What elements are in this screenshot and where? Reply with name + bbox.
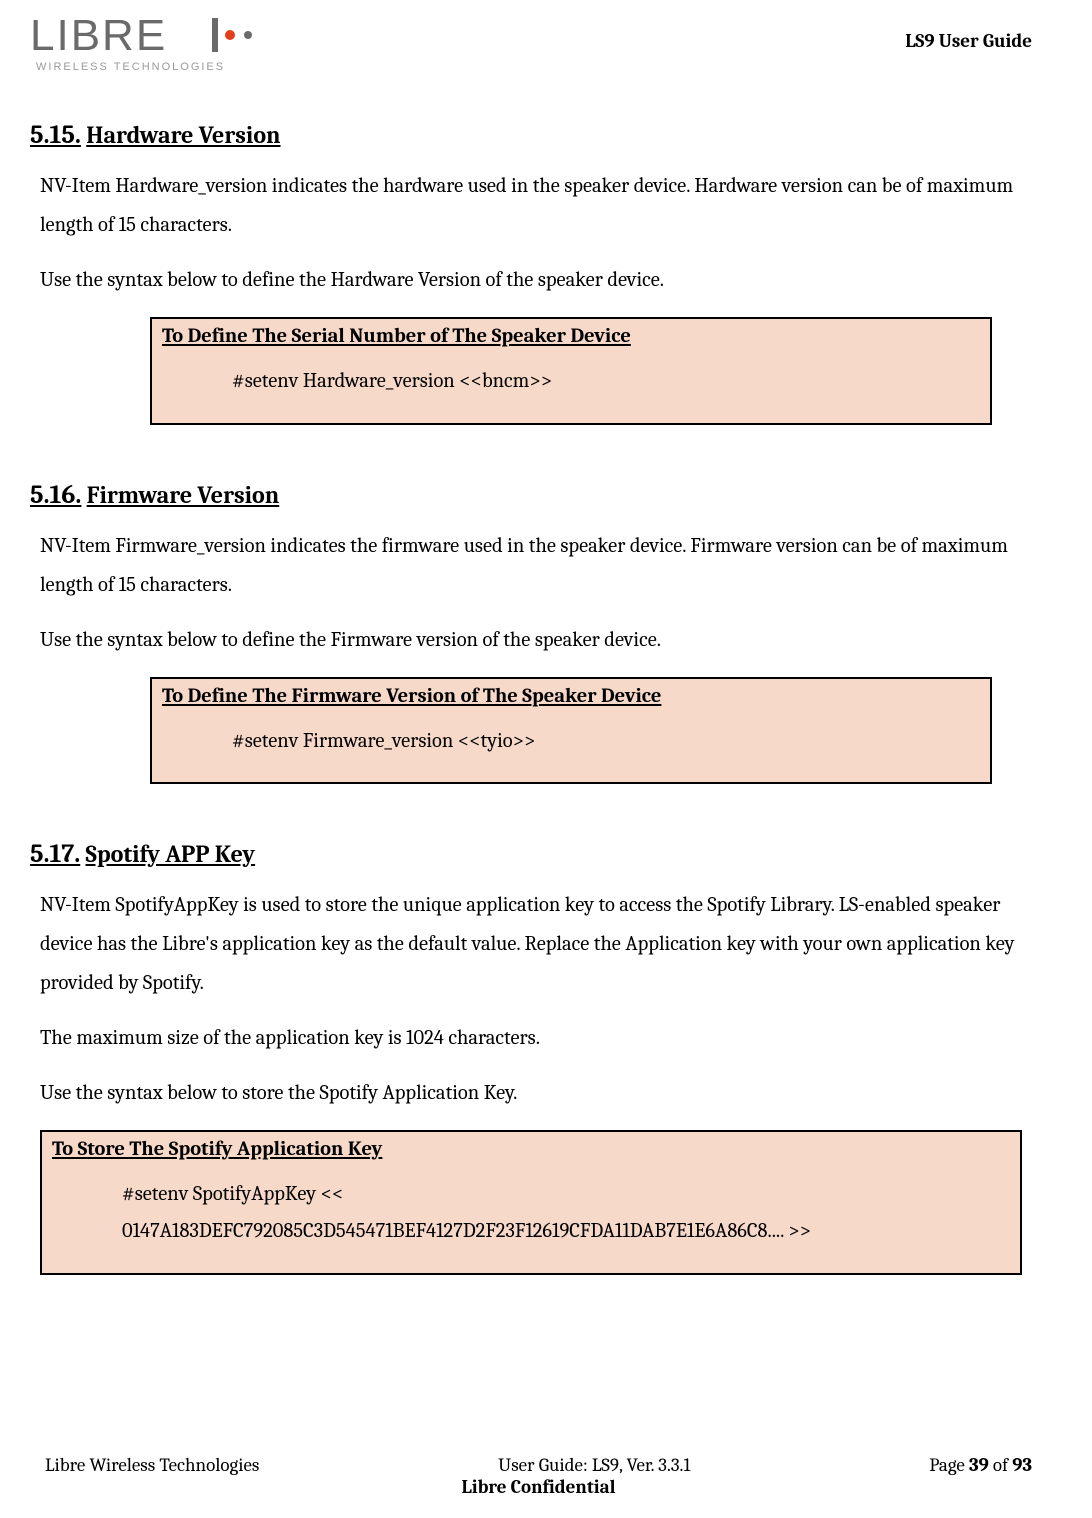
syntax-box-command: #setenv Firmware_version <<tyio>> (152, 712, 990, 783)
section-title: Hardware Version (86, 121, 280, 149)
syntax-box-command: #setenv SpotifyAppKey << 0147A183DEFC792… (42, 1165, 1020, 1273)
syntax-box-title: To Define The Firmware Version of The Sp… (152, 679, 990, 712)
section-title: Spotify APP Key (86, 840, 256, 868)
command-line: 0147A183DEFC792085C3D545471BEF4127D2F23F… (122, 1214, 1010, 1251)
section-number: 5.15. (30, 120, 81, 150)
logo: LIBRE WIRELESS TECHNOLOGIES (30, 10, 270, 90)
section-heading-spotify-app-key: 5.17. Spotify APP Key (30, 839, 1032, 869)
footer-center: User Guide: LS9, Ver. 3.3.1 (498, 1454, 690, 1476)
syntax-box-firmware: To Define The Firmware Version of The Sp… (150, 677, 992, 785)
syntax-box-hardware: To Define The Serial Number of The Speak… (150, 317, 992, 425)
section-heading-firmware-version: 5.16. Firmware Version (30, 480, 1032, 510)
paragraph: NV-Item Firmware_version indicates the f… (40, 528, 1032, 606)
svg-text:WIRELESS TECHNOLOGIES: WIRELESS TECHNOLOGIES (36, 61, 225, 73)
paragraph: NV-Item Hardware_version indicates the h… (40, 168, 1032, 246)
section-number: 5.17. (30, 839, 80, 869)
syntax-box-spotify: To Store The Spotify Application Key #se… (40, 1130, 1022, 1275)
syntax-box-title: To Define The Serial Number of The Speak… (152, 319, 990, 352)
paragraph: Use the syntax below to store the Spotif… (40, 1075, 1032, 1114)
command-line: #setenv SpotifyAppKey << (122, 1177, 1010, 1214)
footer-left: Libre Wireless Technologies (45, 1454, 259, 1476)
paragraph: Use the syntax below to define the Hardw… (40, 262, 1032, 301)
section-heading-hardware-version: 5.15. Hardware Version (30, 120, 1032, 150)
svg-text:LIBRE: LIBRE (30, 11, 167, 60)
syntax-box-command: #setenv Hardware_version <<bncm>> (152, 352, 990, 423)
paragraph: The maximum size of the application key … (40, 1020, 1032, 1059)
document-title: LS9 User Guide (905, 10, 1032, 52)
page-header: LIBRE WIRELESS TECHNOLOGIES LS9 User Gui… (30, 0, 1032, 90)
page-footer: Libre Wireless Technologies User Guide: … (45, 1454, 1032, 1498)
paragraph: Use the syntax below to define the Firmw… (40, 622, 1032, 661)
footer-confidential: Libre Confidential (45, 1476, 1032, 1498)
footer-right: Page 39 of 93 (929, 1454, 1032, 1476)
paragraph: NV-Item SpotifyAppKey is used to store t… (40, 887, 1032, 1004)
syntax-box-title: To Store The Spotify Application Key (42, 1132, 1020, 1165)
section-number: 5.16. (30, 480, 81, 510)
section-title: Firmware Version (87, 481, 280, 509)
